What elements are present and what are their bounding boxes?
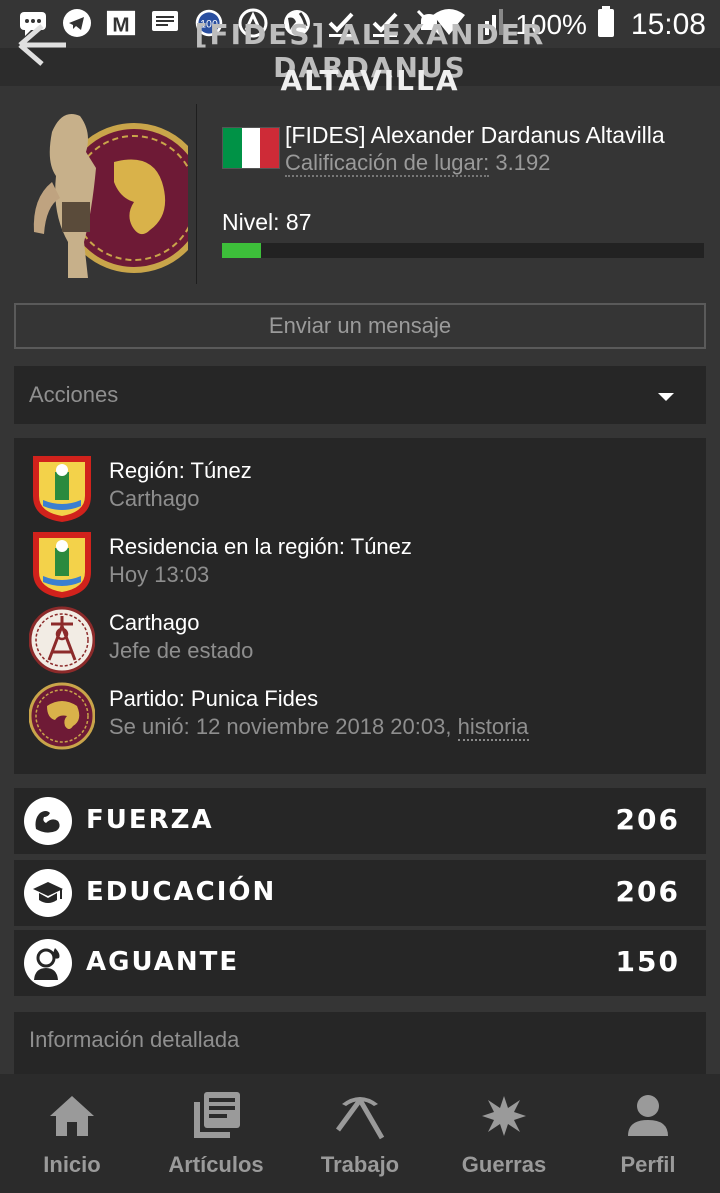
- nav-item-articles[interactable]: Artículos: [144, 1074, 288, 1193]
- stat-endurance[interactable]: Aguante 150: [14, 930, 706, 996]
- party-history-link[interactable]: historia: [457, 714, 529, 741]
- region-title: Región: Túnez: [109, 458, 252, 483]
- state-sub: Jefe de estado: [109, 638, 254, 663]
- clock: 15:08: [630, 7, 706, 41]
- nav-label: Perfil: [620, 1152, 676, 1177]
- home-icon: [46, 1090, 98, 1142]
- bottom-navigation: Inicio Artículos Trabajo Guerras Perfil: [0, 1074, 720, 1193]
- player-name: [FIDES] Alexander Dardanus Altavilla: [285, 122, 665, 148]
- endurance-person-icon: [24, 939, 72, 987]
- info-panel: Región: Túnez Carthago Residencia en la …: [14, 438, 706, 774]
- stat-label: Aguante: [86, 947, 240, 977]
- state-emblem-icon: [28, 604, 96, 676]
- stat-label: Fuerza: [86, 805, 214, 835]
- profile-card: [FIDES] Alexander Dardanus Altavilla Cal…: [0, 100, 720, 290]
- xp-progress-bar: [222, 243, 704, 258]
- articles-icon: [190, 1090, 242, 1142]
- avatar[interactable]: [22, 102, 209, 284]
- residence-row[interactable]: Residencia en la región: Túnez Hoy 13:03: [14, 528, 706, 600]
- region-emblem-icon: [29, 452, 95, 524]
- page-title-line2: Altavilla: [280, 64, 460, 97]
- region-row[interactable]: Región: Túnez Carthago: [14, 452, 706, 524]
- residence-emblem-icon: [29, 528, 95, 600]
- nav-label: Trabajo: [320, 1152, 400, 1177]
- residence-title: Residencia en la región: Túnez: [109, 534, 412, 559]
- nav-item-home[interactable]: Inicio: [0, 1074, 144, 1193]
- send-message-button[interactable]: Enviar un mensaje: [14, 303, 706, 349]
- caret-down-icon: [658, 393, 674, 401]
- party-joined-date: Se unió: 12 noviembre 2018 20:03,: [109, 714, 452, 739]
- rank-value: 3.192: [495, 150, 551, 175]
- stat-education[interactable]: Educación 206: [14, 860, 706, 926]
- country-flag[interactable]: [222, 127, 280, 169]
- profile-divider: [196, 104, 197, 284]
- nav-item-wars[interactable]: Guerras: [432, 1074, 576, 1193]
- nav-label: Artículos: [168, 1152, 264, 1177]
- stat-strength[interactable]: Fuerza 206: [14, 788, 706, 854]
- nav-item-work[interactable]: Trabajo: [288, 1074, 432, 1193]
- residence-sub: Hoy 13:03: [109, 562, 210, 587]
- detailed-info-section[interactable]: Información detallada: [14, 1012, 706, 1074]
- stat-label: Educación: [86, 877, 277, 907]
- nav-item-profile[interactable]: Perfil: [576, 1074, 720, 1193]
- strength-arm-icon: [24, 797, 72, 845]
- party-emblem-icon: [28, 680, 96, 752]
- state-title: Carthago: [109, 610, 200, 635]
- pickaxe-icon: [334, 1090, 386, 1142]
- actions-dropdown[interactable]: Acciones: [14, 366, 706, 424]
- state-row[interactable]: Carthago Jefe de estado: [14, 604, 706, 676]
- actions-dropdown-label: Acciones: [29, 382, 119, 407]
- stat-value: 150: [615, 945, 680, 978]
- nav-label: Inicio: [43, 1152, 101, 1177]
- party-title: Partido: Punica Fides: [109, 686, 319, 711]
- stat-value: 206: [615, 803, 680, 836]
- person-icon: [622, 1090, 674, 1142]
- region-sub: Carthago: [109, 486, 200, 511]
- rank-line[interactable]: Calificación de lugar: 3.192: [285, 150, 551, 177]
- explosion-icon: [478, 1090, 530, 1142]
- level-label: Nivel: 87: [222, 209, 312, 235]
- party-sub: Se unió: 12 noviembre 2018 20:03, histor…: [109, 714, 529, 741]
- nav-label: Guerras: [461, 1152, 547, 1177]
- graduation-cap-icon: [24, 869, 72, 917]
- back-arrow-icon: [18, 24, 66, 66]
- party-row[interactable]: Partido: Punica Fides Se unió: 12 noviem…: [14, 680, 706, 752]
- stat-value: 206: [615, 875, 680, 908]
- rank-label: Calificación de lugar:: [285, 150, 490, 177]
- xp-progress-fill: [222, 243, 261, 258]
- back-button[interactable]: [16, 22, 72, 68]
